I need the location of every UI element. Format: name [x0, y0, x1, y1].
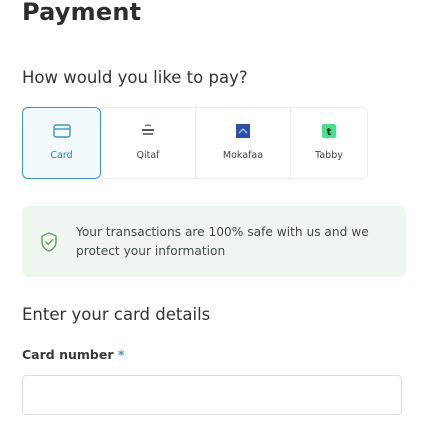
tabby-logo-icon: t [319, 121, 339, 141]
credit-card-icon [52, 121, 72, 141]
payment-method-mokafaa[interactable]: Mokafaa [196, 107, 291, 179]
card-details-title: Enter your card details [22, 305, 211, 324]
payment-method-label: Mokafaa [222, 150, 264, 161]
card-number-input[interactable] [22, 375, 402, 415]
payment-methods: Card Qitaf Mokafaa t Tabby [22, 107, 368, 179]
svg-text:t: t [327, 127, 332, 138]
payment-method-qitaf[interactable]: Qitaf [101, 107, 196, 179]
shield-check-icon [38, 231, 60, 253]
page-title: Payment [22, 0, 142, 26]
mokafaa-logo-icon [233, 121, 253, 141]
payment-question: How would you like to pay? [22, 68, 248, 87]
payment-method-card[interactable]: Card [22, 107, 101, 179]
payment-method-tabby[interactable]: t Tabby [291, 107, 368, 179]
qitaf-logo-icon [138, 121, 158, 141]
security-notice-text: Your transactions are 100% safe with us … [76, 224, 369, 258]
payment-method-label: Qitaf [136, 150, 160, 161]
card-number-label-text: Card number [22, 347, 114, 362]
payment-method-label: Card [50, 150, 73, 161]
card-number-label: Card number * [22, 347, 124, 362]
payment-method-label: Tabby [315, 150, 343, 161]
required-marker: * [117, 347, 125, 362]
security-notice: Your transactions are 100% safe with us … [22, 206, 406, 277]
